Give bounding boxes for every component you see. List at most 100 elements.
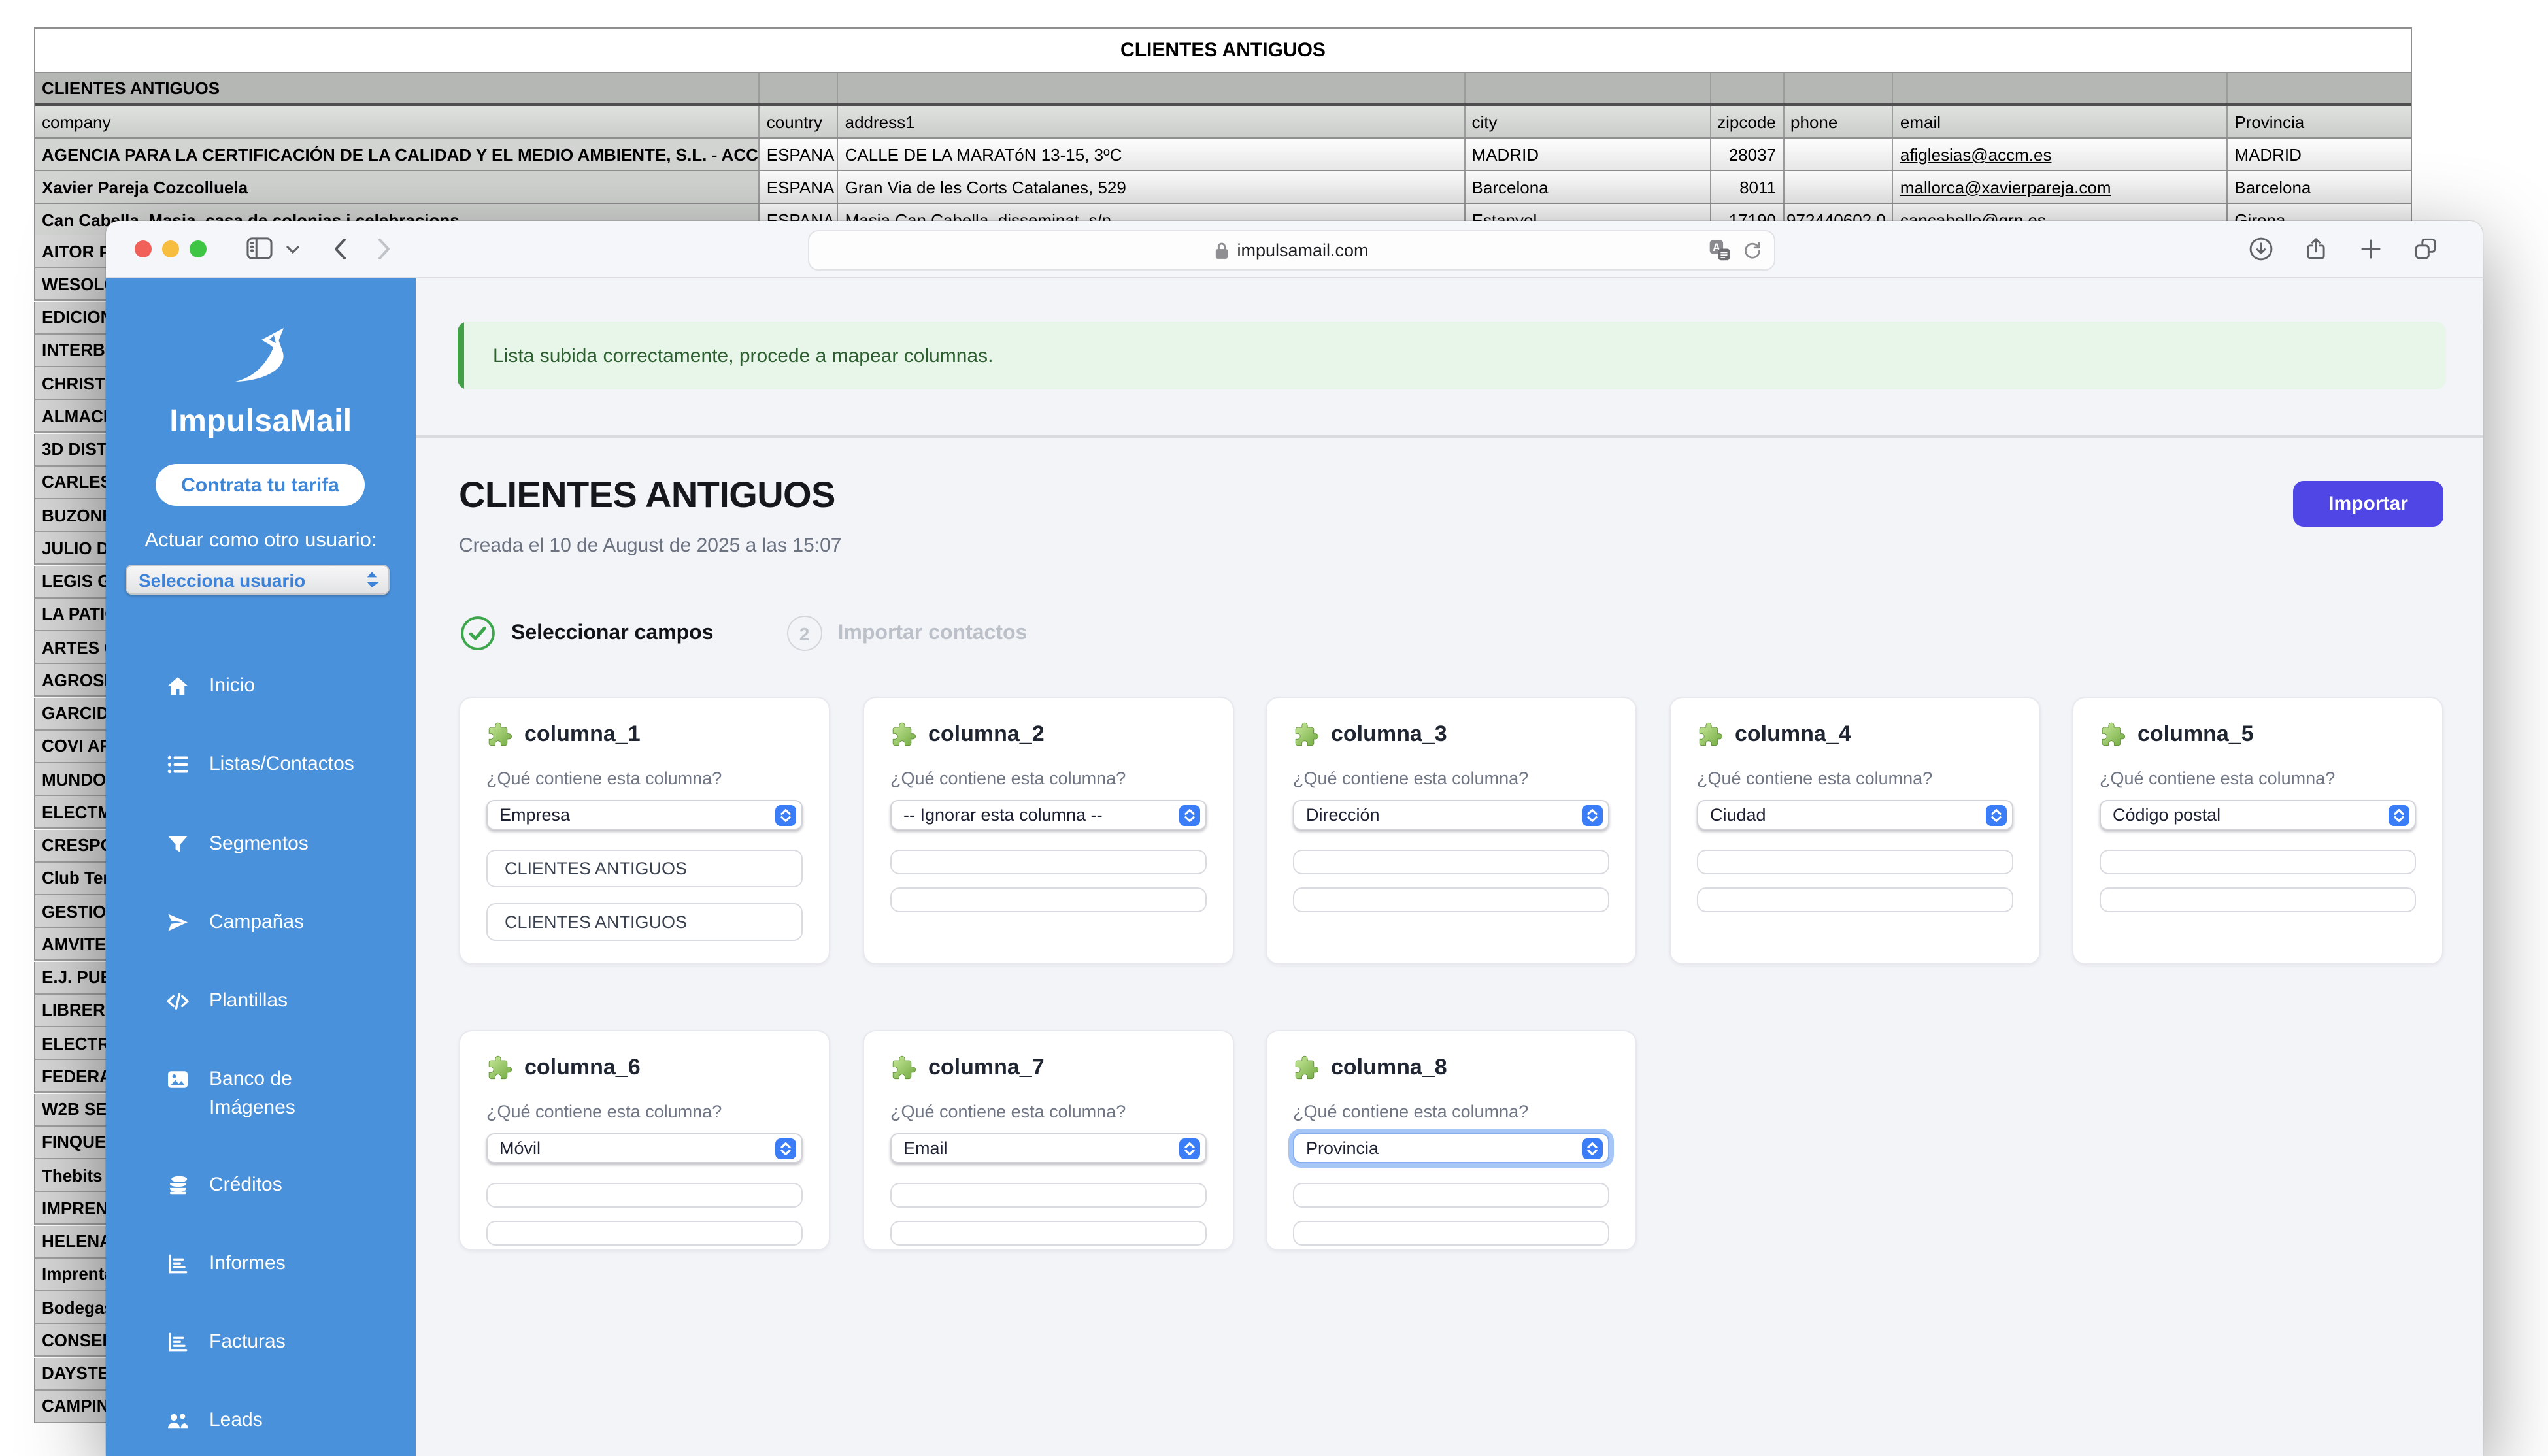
minimize-window-button[interactable] xyxy=(162,240,179,257)
field-select-columna_7[interactable]: Email xyxy=(890,1133,1207,1163)
sheet-band-cell xyxy=(1784,73,1894,103)
select-stepper-icon xyxy=(1582,1138,1603,1159)
sidebar-item-cr-ditos[interactable]: Créditos xyxy=(106,1171,416,1200)
sidebar-item-campa-as[interactable]: Campañas xyxy=(106,908,416,937)
card-title: columna_7 xyxy=(890,1055,1207,1081)
card-title: columna_1 xyxy=(486,721,803,748)
success-banner-text: Lista subida correctamente, procede a ma… xyxy=(493,344,993,367)
selected-value: Empresa xyxy=(499,805,775,825)
puzzle-icon xyxy=(890,1055,916,1081)
app-sidebar: ImpulsaMail Contrata tu tarifa Actuar co… xyxy=(106,278,416,1456)
cell-phone xyxy=(1784,139,1894,170)
sidebar-item-label: Plantillas xyxy=(209,987,288,1016)
importar-button[interactable]: Importar xyxy=(2293,481,2443,527)
user-select[interactable]: Selecciona usuario xyxy=(126,565,390,595)
new-tab-icon[interactable] xyxy=(2358,237,2383,261)
card-question: ¿Qué contiene esta columna? xyxy=(890,769,1207,788)
selected-value: Ciudad xyxy=(1710,805,1986,825)
sheet-band-cell xyxy=(2228,73,2411,103)
window-controls xyxy=(135,240,207,257)
card-title: columna_6 xyxy=(486,1055,803,1081)
card-title-text: columna_1 xyxy=(524,721,641,748)
sidebar-item-plantillas[interactable]: Plantillas xyxy=(106,987,416,1016)
cell-email: mallorca@xavierpareja.com xyxy=(1894,171,2228,203)
sidebar-item-leads[interactable]: Leads xyxy=(106,1406,416,1435)
sheet-band-cell xyxy=(1894,73,2228,103)
sidebar-item-banco-de-im-genes[interactable]: Banco de Imágenes xyxy=(106,1065,416,1123)
select-stepper-icon xyxy=(1582,804,1603,825)
cell-company: Xavier Pareja Cozcolluela xyxy=(35,171,760,203)
sample-value xyxy=(486,1183,803,1208)
sidebar-item-listas-contactos[interactable]: Listas/Contactos xyxy=(106,750,416,779)
column-header-phone: phone xyxy=(1784,106,1894,137)
reload-icon[interactable] xyxy=(1743,240,1762,260)
card-title-text: columna_6 xyxy=(524,1055,641,1081)
step-1-label[interactable]: Seleccionar campos xyxy=(511,621,714,645)
puzzle-icon xyxy=(1293,1055,1319,1081)
cell-email: afiglesias@accm.es xyxy=(1894,139,2228,170)
sheet-band-cell xyxy=(1711,73,1784,103)
card-title: columna_3 xyxy=(1293,721,1609,748)
sheet-band-cell xyxy=(839,73,1466,103)
cell-country: ESPANA xyxy=(760,171,839,203)
address-bar[interactable]: impulsamail.com A xyxy=(808,230,1775,271)
close-window-button[interactable] xyxy=(135,240,152,257)
users-icon xyxy=(166,1409,190,1432)
field-select-columna_3[interactable]: Dirección xyxy=(1293,800,1609,830)
translate-icon[interactable]: A xyxy=(1709,239,1731,261)
sidebar-toggle-icon[interactable] xyxy=(246,237,273,261)
cell-Provincia: MADRID xyxy=(2228,139,2411,170)
sample-value xyxy=(890,850,1207,874)
tab-overview-icon[interactable] xyxy=(2413,237,2438,261)
sidebar-item-inicio[interactable]: Inicio xyxy=(106,672,416,701)
sheet-band-cell: CLIENTES ANTIGUOS xyxy=(35,73,760,103)
brand-name: ImpulsaMail xyxy=(106,404,416,440)
card-title: columna_2 xyxy=(890,721,1207,748)
send-icon xyxy=(166,911,190,935)
impersonate-label: Actuar como otro usuario: xyxy=(106,529,416,553)
select-stepper-icon xyxy=(1986,804,2007,825)
contrata-tarifa-button[interactable]: Contrata tu tarifa xyxy=(156,464,365,506)
downloads-icon[interactable] xyxy=(2249,237,2273,261)
selected-value: Código postal xyxy=(2113,805,2389,825)
chevron-down-icon[interactable] xyxy=(286,245,299,253)
mapping-card-columna_5: columna_5¿Qué contiene esta columna?Códi… xyxy=(2072,697,2443,965)
sidebar-item-segmentos[interactable]: Segmentos xyxy=(106,830,416,859)
cell-city: MADRID xyxy=(1466,139,1711,170)
forward-button[interactable] xyxy=(378,238,391,260)
select-arrows-icon xyxy=(365,570,379,589)
share-icon[interactable] xyxy=(2304,237,2328,261)
selected-value: Email xyxy=(903,1138,1179,1158)
funnel-icon xyxy=(166,833,190,856)
sample-value xyxy=(1293,1183,1609,1208)
mapping-card-columna_7: columna_7¿Qué contiene esta columna?Emai… xyxy=(863,1030,1234,1251)
puzzle-icon xyxy=(486,1055,512,1081)
back-button[interactable] xyxy=(333,238,346,260)
card-question: ¿Qué contiene esta columna? xyxy=(1293,1102,1609,1121)
selected-value: Móvil xyxy=(499,1138,775,1158)
field-select-columna_2[interactable]: -- Ignorar esta columna -- xyxy=(890,800,1207,830)
field-select-columna_5[interactable]: Código postal xyxy=(2100,800,2416,830)
page-title: CLIENTES ANTIGUOS xyxy=(459,474,835,516)
sidebar-item-informes[interactable]: Informes xyxy=(106,1249,416,1278)
zoom-window-button[interactable] xyxy=(190,240,207,257)
field-select-columna_8[interactable]: Provincia xyxy=(1293,1133,1609,1163)
card-title: columna_8 xyxy=(1293,1055,1609,1081)
step-1-check-icon xyxy=(460,616,495,651)
sample-value xyxy=(1293,850,1609,874)
card-question: ¿Qué contiene esta columna? xyxy=(486,769,803,788)
field-select-columna_1[interactable]: Empresa xyxy=(486,800,803,830)
card-title-text: columna_2 xyxy=(928,721,1045,748)
field-select-columna_6[interactable]: Móvil xyxy=(486,1133,803,1163)
stepper: Seleccionar campos 2 Importar contactos xyxy=(460,616,1027,651)
column-header-company: company xyxy=(35,106,760,137)
sidebar-item-label: Listas/Contactos xyxy=(209,750,354,779)
spreadsheet-header-row: companycountryaddress1cityzipcodephoneem… xyxy=(35,106,2411,139)
sidebar-item-facturas[interactable]: Facturas xyxy=(106,1328,416,1357)
field-select-columna_4[interactable]: Ciudad xyxy=(1697,800,2013,830)
puzzle-icon xyxy=(1293,721,1319,748)
sidebar-item-label: Banco de Imágenes xyxy=(209,1065,363,1123)
mapping-card-columna_4: columna_4¿Qué contiene esta columna?Ciud… xyxy=(1669,697,2041,965)
step-2-label: Importar contactos xyxy=(838,621,1028,645)
browser-window: impulsamail.com A xyxy=(106,221,2483,1456)
